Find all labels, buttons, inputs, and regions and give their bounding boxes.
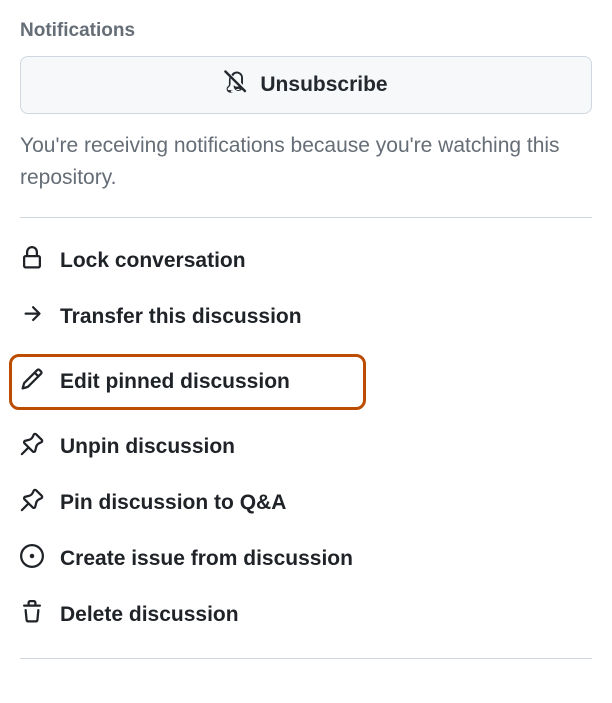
create-issue-action[interactable]: Create issue from discussion xyxy=(20,540,592,578)
delete-discussion-action[interactable]: Delete discussion xyxy=(20,596,592,634)
action-label: Lock conversation xyxy=(60,249,246,273)
lock-conversation-action[interactable]: Lock conversation xyxy=(20,242,592,280)
action-label: Unpin discussion xyxy=(60,435,235,459)
pin-discussion-category-action[interactable]: Pin discussion to Q&A xyxy=(20,484,592,522)
action-label: Pin discussion to Q&A xyxy=(60,491,286,515)
bell-slash-icon xyxy=(224,69,250,101)
pin-icon xyxy=(20,432,44,462)
unsubscribe-button[interactable]: Unsubscribe xyxy=(20,56,592,114)
unsubscribe-label: Unsubscribe xyxy=(260,73,387,97)
lock-icon xyxy=(20,246,44,276)
edit-pinned-discussion-action[interactable]: Edit pinned discussion xyxy=(9,354,366,410)
pin-icon xyxy=(20,488,44,518)
unpin-discussion-action[interactable]: Unpin discussion xyxy=(20,428,592,466)
pencil-icon xyxy=(20,367,44,397)
action-label: Transfer this discussion xyxy=(60,305,302,329)
action-list: Lock conversation Transfer this discussi… xyxy=(20,242,592,634)
trash-icon xyxy=(20,600,44,630)
issue-icon xyxy=(20,544,44,574)
divider xyxy=(20,217,592,218)
notifications-heading: Notifications xyxy=(20,20,592,42)
action-label: Delete discussion xyxy=(60,603,239,627)
arrow-right-icon xyxy=(20,302,44,332)
action-label: Edit pinned discussion xyxy=(60,370,290,394)
action-label: Create issue from discussion xyxy=(60,547,353,571)
notifications-description: You're receiving notifications because y… xyxy=(20,130,592,193)
transfer-discussion-action[interactable]: Transfer this discussion xyxy=(20,298,592,336)
divider xyxy=(20,658,592,659)
